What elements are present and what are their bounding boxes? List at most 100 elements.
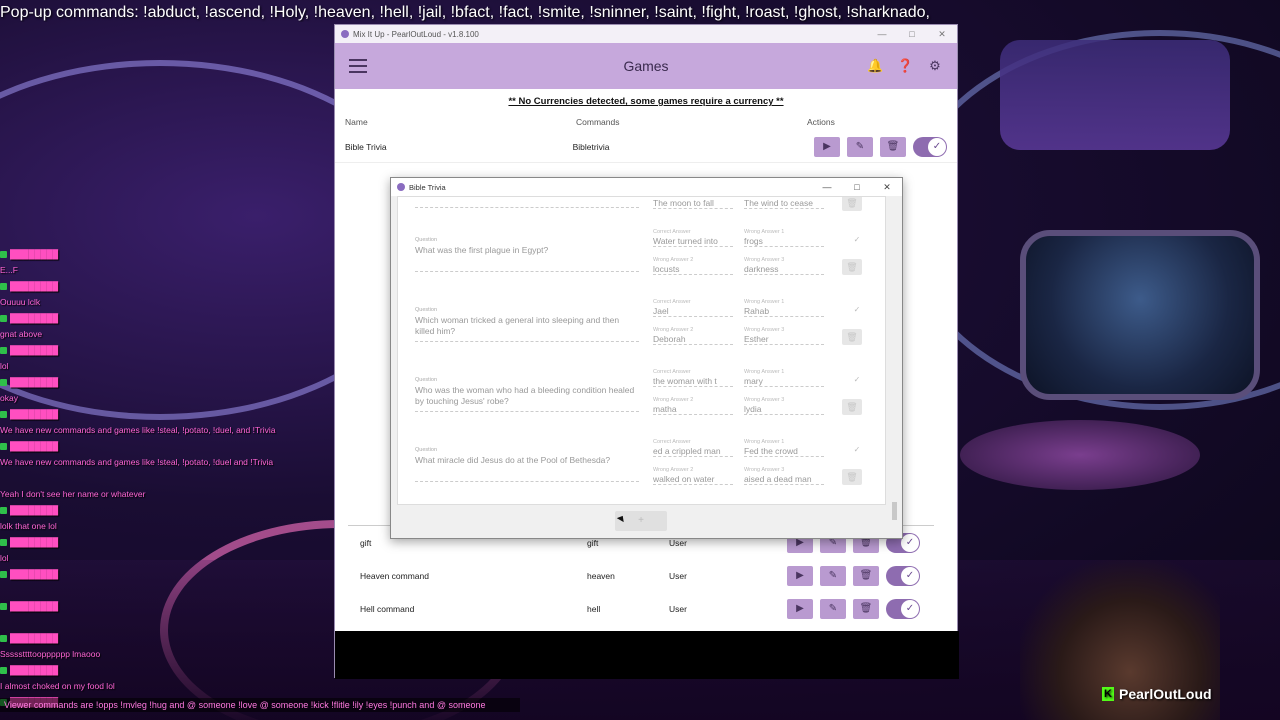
column-name: Name <box>345 117 368 127</box>
correct-answer-field[interactable]: Correct Answer ed a crippled man <box>653 439 733 457</box>
wrong-answer-3-field[interactable]: Wrong Answer 3 aised a dead man <box>744 467 824 485</box>
edit-button[interactable]: ✎ <box>820 598 846 619</box>
platform-badge-icon <box>0 315 7 323</box>
question-row: Question Which woman tricked a general in… <box>398 299 878 369</box>
chat-username: ████████ <box>10 633 59 643</box>
gear-icon[interactable]: ⚙ <box>927 58 943 74</box>
maximize-button[interactable]: □ <box>842 182 872 193</box>
platform-badge-icon <box>0 635 7 643</box>
chat-username: ████████ <box>10 313 59 323</box>
enable-toggle[interactable]: ✓ <box>913 136 947 157</box>
question-label: Question <box>415 237 438 243</box>
question-label: Question <box>415 447 438 453</box>
chat-message: Sssssttttoopppppp lmaooo <box>0 646 320 662</box>
delete-button[interactable]: 🗑 <box>842 399 862 415</box>
chat-message: ████████ <box>0 438 320 454</box>
chat-message: I almost choked on my food lol <box>0 678 320 694</box>
maximize-button[interactable]: □ <box>897 29 927 40</box>
delete-button[interactable]: 🗑 <box>842 469 862 485</box>
wrong-answer-3-field[interactable]: Wrong Answer 3 Esther <box>744 327 824 345</box>
question-field[interactable]: What was the first plague in Egypt? <box>415 245 639 256</box>
wrong-answer-2-field[interactable]: The moon to fall <box>653 197 733 209</box>
delete-button[interactable]: 🗑 <box>842 197 862 211</box>
wrong-answer-3-field[interactable]: Wrong Answer 3 darkness <box>744 257 824 275</box>
correct-answer-field[interactable]: Correct Answer Water turned into <box>653 229 733 247</box>
correct-answer-field[interactable]: Correct Answer the woman with t <box>653 369 733 387</box>
delete-button[interactable]: 🗑 <box>880 136 906 157</box>
play-button[interactable]: ▶ <box>787 565 813 586</box>
page-title: Games <box>623 58 669 74</box>
close-button[interactable]: ✕ <box>927 29 957 40</box>
check-icon[interactable]: ✓ <box>850 445 864 457</box>
delete-button[interactable]: 🗑 <box>842 259 862 275</box>
answer-value: The wind to cease <box>744 197 824 209</box>
command-name: Hell command <box>360 603 415 614</box>
chat-username: ████████ <box>10 377 59 387</box>
wrong-answer-2-field[interactable]: Wrong Answer 2 Deborah <box>653 327 733 345</box>
question-underline <box>415 481 639 482</box>
platform-badge-icon <box>0 283 7 291</box>
answer-value: darkness <box>744 263 824 275</box>
chat-message: ████████ <box>0 662 320 678</box>
minimize-button[interactable]: — <box>867 29 897 40</box>
edit-button[interactable]: ✎ <box>820 565 846 586</box>
window-title: Mix It Up - PearlOutLoud - v1.8.100 <box>353 29 479 39</box>
wrong-answer-3-field[interactable]: The wind to cease <box>744 197 824 209</box>
chat-text: E...F <box>0 265 18 275</box>
chat-message: We have new commands and games like !ste… <box>0 454 320 470</box>
chat-text: Ouuuu lclk <box>0 297 41 307</box>
chat-message: ████████ <box>0 566 320 582</box>
question-field[interactable]: What miracle did Jesus do at the Pool of… <box>415 455 639 466</box>
enable-toggle[interactable]: ✓ <box>886 565 920 586</box>
chat-message: gnat above <box>0 326 320 342</box>
game-name: Bible Trivia <box>345 141 387 152</box>
delete-button[interactable]: 🗑 <box>853 598 879 619</box>
chat-text: gnat above <box>0 329 43 339</box>
wrong-answer-3-field[interactable]: Wrong Answer 3 lydia <box>744 397 824 415</box>
dialog-title: Bible Trivia <box>409 182 446 192</box>
minimize-button[interactable]: — <box>812 182 842 193</box>
questions-list[interactable]: The moon to fall The wind to cease 🗑 Questi… <box>397 196 886 505</box>
question-field[interactable]: Who was the woman who had a bleeding con… <box>415 385 639 407</box>
check-icon: ✓ <box>901 566 919 585</box>
chat-username: ████████ <box>10 569 59 579</box>
chat-username: ████████ <box>10 441 59 451</box>
delete-button[interactable]: 🗑 <box>842 329 862 345</box>
play-button[interactable]: ▶ <box>787 598 813 619</box>
wrong-answer-1-field[interactable]: Wrong Answer 1 Rahab <box>744 299 824 317</box>
wrong-answer-1-field[interactable]: Wrong Answer 1 Fed the crowd <box>744 439 824 457</box>
answer-value: Fed the crowd <box>744 445 824 457</box>
wrong-answer-1-field[interactable]: Wrong Answer 1 mary <box>744 369 824 387</box>
question-field[interactable]: Which woman tricked a general into sleep… <box>415 315 639 337</box>
enable-toggle[interactable]: ✓ <box>886 598 920 619</box>
check-icon[interactable]: ✓ <box>850 375 864 387</box>
close-button[interactable]: ✕ <box>872 182 902 193</box>
help-icon[interactable]: ❓ <box>897 58 913 74</box>
chat-username: ████████ <box>10 249 59 259</box>
check-icon[interactable]: ✓ <box>850 305 864 317</box>
hamburger-icon[interactable] <box>349 59 367 73</box>
check-icon[interactable]: ✓ <box>850 235 864 247</box>
app-bottom-area <box>335 631 959 679</box>
question-row: Question What was the first plague in Egy… <box>398 229 878 299</box>
scrollbar-thumb[interactable] <box>892 502 897 520</box>
check-icon: ✓ <box>901 599 919 618</box>
delete-button[interactable]: 🗑 <box>853 565 879 586</box>
wrong-answer-2-field[interactable]: Wrong Answer 2 locusts <box>653 257 733 275</box>
question-label: Question <box>415 377 438 383</box>
window-titlebar: Mix It Up - PearlOutLoud - v1.8.100 — □ … <box>335 25 957 43</box>
chat-username: ████████ <box>10 537 59 547</box>
wrong-answer-2-field[interactable]: Wrong Answer 2 matha <box>653 397 733 415</box>
chat-text: We have new commands and games like !ste… <box>0 425 276 435</box>
bell-icon[interactable]: 🔔 <box>867 58 883 74</box>
wrong-answer-2-field[interactable]: Wrong Answer 2 walked on water <box>653 467 733 485</box>
platform-badge-icon <box>0 603 7 611</box>
chat-message: ████████ <box>0 630 320 646</box>
correct-answer-field[interactable]: Correct Answer Jael <box>653 299 733 317</box>
chat-username: ████████ <box>10 665 59 675</box>
wrong-answer-1-field[interactable]: Wrong Answer 1 frogs <box>744 229 824 247</box>
scrollbar[interactable] <box>891 196 898 520</box>
play-button[interactable]: ▶ <box>814 136 840 157</box>
answer-value: lydia <box>744 403 824 415</box>
edit-button[interactable]: ✎ <box>847 136 873 157</box>
